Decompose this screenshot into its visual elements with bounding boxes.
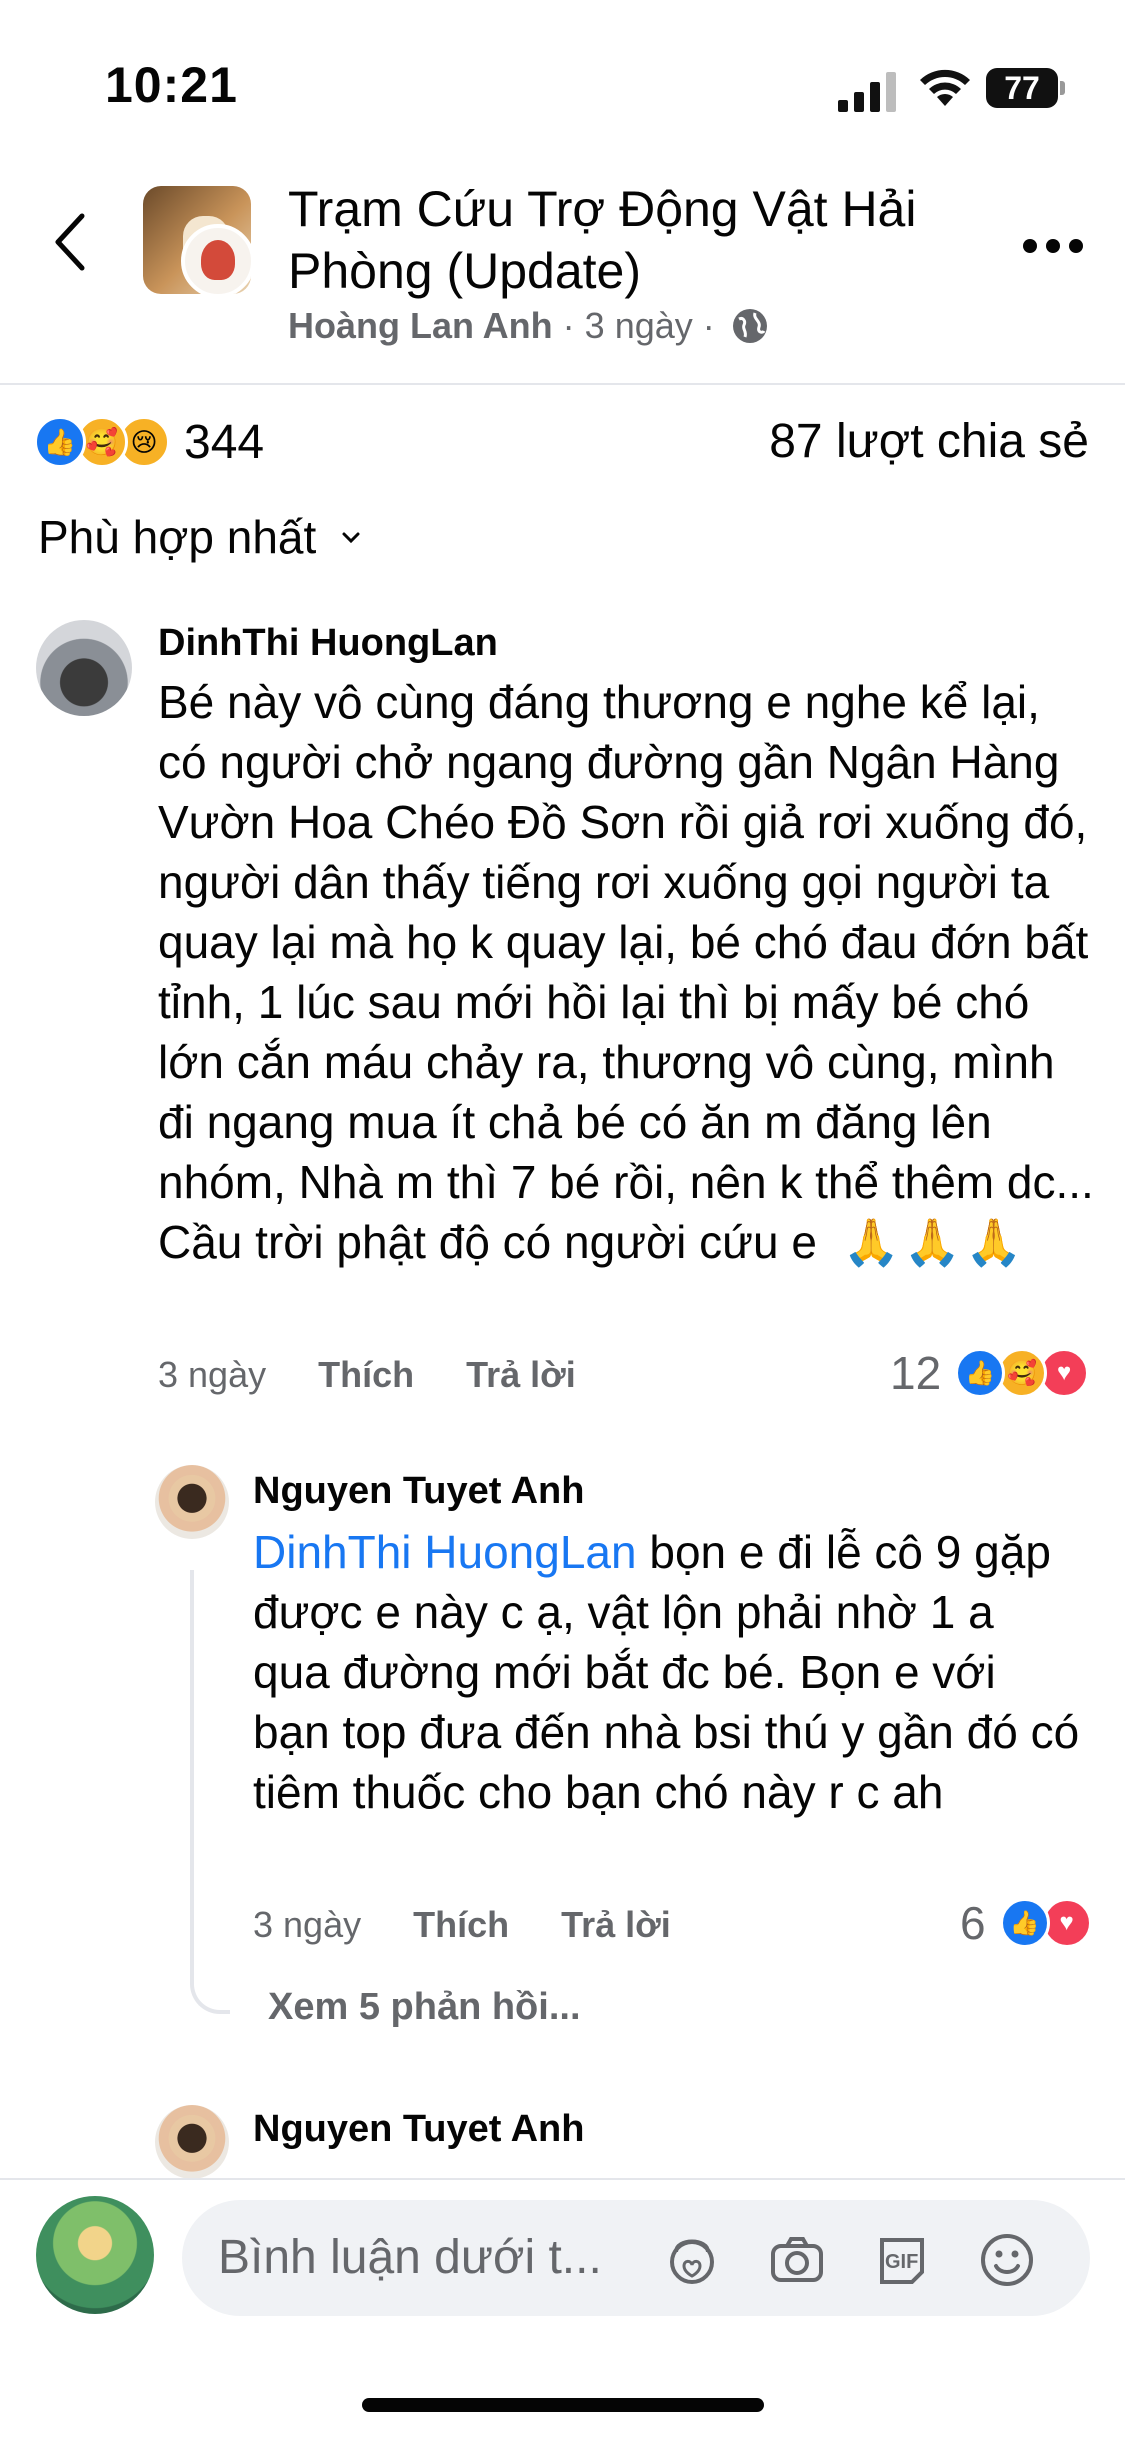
comment-input-placeholder: Bình luận dưới t... [218, 2231, 602, 2284]
cellular-signal-icon [838, 72, 896, 112]
avatar-sticker-icon[interactable] [662, 2230, 722, 2290]
like-reaction-icon: 👍 [955, 1348, 1006, 1398]
author-avatar [181, 224, 251, 294]
gif-icon[interactable]: GIF [872, 2230, 932, 2290]
like-reaction-icon: 👍 [34, 416, 86, 468]
chevron-down-icon [342, 532, 360, 544]
replier-name[interactable]: Nguyen Tuyet Anh [253, 1470, 584, 1513]
thread-line [190, 1570, 230, 2014]
post-author[interactable]: Hoàng Lan Anh [288, 305, 553, 346]
comment-reaction-count: 12 [890, 1347, 942, 1399]
globe-icon [732, 309, 767, 343]
reply-button[interactable]: Trả lời [466, 1354, 576, 1396]
camera-icon[interactable] [767, 2230, 827, 2290]
post-subtitle: Hoàng Lan Anh · 3 ngày · [288, 305, 769, 347]
reply-text: DinhThi HuongLan bọn e đi lễ cô 9 gặp đư… [253, 1526, 1080, 1818]
battery-level: 77 [986, 68, 1058, 108]
comment-reactions[interactable]: 12 👍 🥰 ♥ [890, 1346, 1090, 1400]
more-options-icon[interactable] [1022, 238, 1084, 254]
svg-text:GIF: GIF [885, 2251, 918, 2273]
folded-hands-emoji: 🙏🙏🙏 [842, 1216, 1027, 1268]
group-title[interactable]: Trạm Cứu Trợ Động Vật Hải Phòng (Update) [288, 178, 948, 302]
share-count[interactable]: 87 lượt chia sẻ [769, 412, 1089, 472]
like-reaction-icon: 👍 [999, 1898, 1050, 1948]
like-button[interactable]: Thích [318, 1354, 414, 1396]
group-avatar[interactable] [143, 186, 251, 294]
replier-name[interactable]: Nguyen Tuyet Anh [253, 2108, 584, 2151]
status-time: 10:21 [105, 57, 238, 113]
reactions-summary[interactable]: 👍 🥰 😢 344 [34, 412, 264, 472]
reply-button[interactable]: Trả lời [561, 1904, 671, 1946]
commenter-avatar[interactable] [36, 620, 132, 716]
like-button[interactable]: Thích [413, 1904, 509, 1946]
battery-icon: 77 [986, 68, 1066, 108]
comment-text: Bé này vô cùng đáng thương e nghe kể lại… [158, 676, 1094, 1268]
emoji-icon[interactable] [977, 2230, 1037, 2290]
comment-sort-dropdown[interactable]: Phù hợp nhất [38, 510, 364, 564]
reply-reaction-count: 6 [960, 1897, 986, 1949]
comment-meta: 3 ngày Thích Trả lời [158, 1354, 576, 1396]
view-more-replies[interactable]: Xem 5 phản hồi... [268, 1986, 581, 2029]
reaction-count: 344 [184, 415, 265, 469]
current-user-avatar[interactable] [36, 2196, 154, 2314]
sort-label: Phù hợp nhất [38, 511, 317, 563]
replier-avatar[interactable] [155, 1465, 229, 1539]
commenter-name[interactable]: DinhThi HuongLan [158, 622, 498, 665]
home-indicator [362, 2398, 764, 2412]
mention-link[interactable]: DinhThi HuongLan [253, 1526, 637, 1578]
reply-reactions[interactable]: 6 👍 ♥ [960, 1896, 1092, 1950]
wifi-icon [920, 69, 970, 106]
reply-time: 3 ngày [253, 1904, 362, 1945]
post-time: 3 ngày [584, 305, 693, 346]
replier-avatar[interactable] [155, 2105, 229, 2179]
header-divider [0, 383, 1125, 385]
comment-time: 3 ngày [158, 1354, 267, 1395]
reply-meta: 3 ngày Thích Trả lời [253, 1904, 671, 1946]
back-arrow-icon[interactable] [52, 212, 88, 272]
comment-input[interactable]: Bình luận dưới t... GIF [182, 2200, 1090, 2316]
